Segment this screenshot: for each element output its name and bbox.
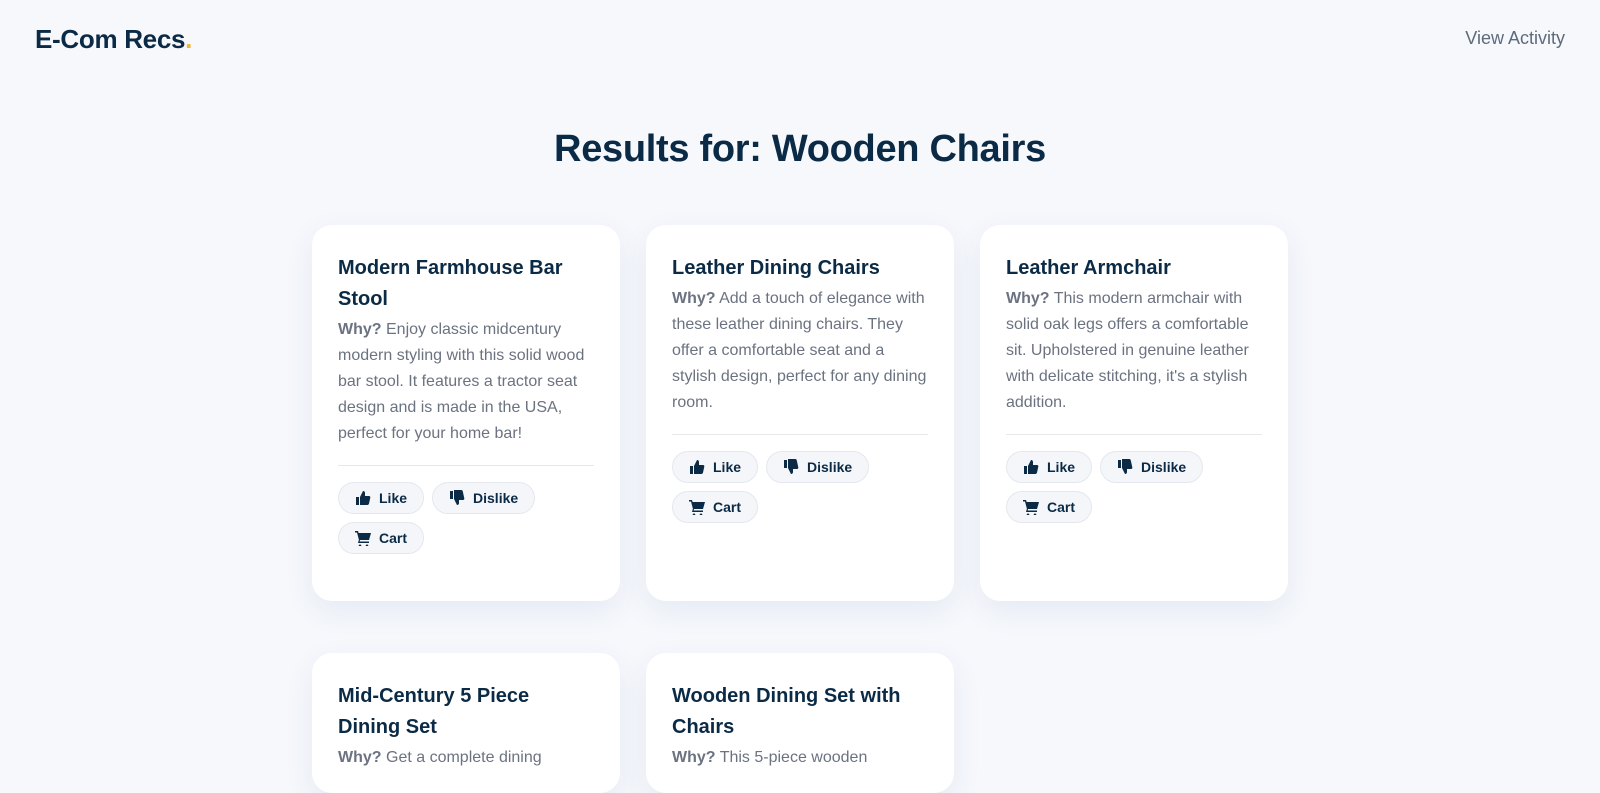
thumbs-down-icon [450, 490, 465, 505]
cart-button[interactable]: Cart [1006, 491, 1093, 523]
logo-text: E-Com Recs [35, 24, 186, 54]
like-label: Like [713, 459, 742, 475]
dislike-label: Dislike [807, 459, 853, 475]
dislike-label: Dislike [473, 490, 519, 506]
why-label: Why? [338, 321, 382, 338]
dislike-button[interactable]: Dislike [432, 482, 536, 514]
cart-label: Cart [1047, 499, 1076, 515]
product-title: Wooden Dining Set with Chairs [672, 685, 901, 738]
why-text: Add a touch of elegance with these leath… [672, 290, 927, 411]
why-text: Enjoy classic midcentury modern styling … [338, 321, 585, 442]
product-title: Leather Armchair [1006, 257, 1171, 279]
thumbs-up-icon [690, 460, 705, 474]
why-text: This 5-piece wooden [719, 749, 868, 766]
like-button[interactable]: Like [1006, 451, 1093, 483]
thumbs-up-icon [1024, 460, 1039, 474]
thumbs-down-icon [784, 459, 799, 474]
like-button[interactable]: Like [672, 451, 759, 483]
product-why: Why? This modern armchair with solid oak… [1006, 286, 1262, 416]
why-text: Get a complete dining [386, 749, 542, 766]
card-actions: Like Dislike Cart [1006, 451, 1226, 523]
card-actions: Like Dislike Cart [672, 451, 892, 523]
thumbs-down-icon [1118, 459, 1133, 474]
thumbs-up-icon [356, 491, 371, 505]
divider [338, 465, 594, 466]
why-label: Why? [672, 749, 716, 766]
product-card: Wooden Dining Set with Chairs Why? This … [646, 653, 954, 793]
cart-button[interactable]: Cart [672, 491, 759, 523]
product-why: Why? Enjoy classic midcentury modern sty… [338, 317, 594, 447]
product-why: Why? Add a touch of elegance with these … [672, 286, 928, 416]
cart-icon [1023, 500, 1039, 515]
dislike-button[interactable]: Dislike [766, 451, 870, 483]
cart-button[interactable]: Cart [338, 522, 425, 554]
logo-dot: . [185, 24, 193, 54]
cart-icon [689, 500, 705, 515]
dislike-button[interactable]: Dislike [1100, 451, 1204, 483]
product-why: Why? Get a complete dining [338, 745, 594, 771]
logo[interactable]: E-Com Recs. [35, 24, 192, 55]
product-title: Mid-Century 5 Piece Dining Set [338, 685, 530, 738]
top-bar: E-Com Recs. View Activity [0, 0, 1600, 80]
cart-icon [355, 531, 371, 546]
cart-label: Cart [379, 530, 408, 546]
why-text: This modern armchair with solid oak legs… [1006, 290, 1249, 411]
product-card: Modern Farmhouse Bar Stool Why? Enjoy cl… [312, 225, 620, 601]
divider [672, 434, 928, 435]
why-label: Why? [1006, 290, 1050, 307]
product-card: Leather Dining Chairs Why? Add a touch o… [646, 225, 954, 601]
divider [1006, 434, 1262, 435]
dislike-label: Dislike [1141, 459, 1187, 475]
like-label: Like [1047, 459, 1076, 475]
product-card: Leather Armchair Why? This modern armcha… [980, 225, 1288, 601]
cart-label: Cart [713, 499, 742, 515]
product-title: Leather Dining Chairs [672, 257, 880, 279]
like-button[interactable]: Like [338, 482, 425, 514]
product-title: Modern Farmhouse Bar Stool [338, 257, 563, 310]
why-label: Why? [338, 749, 382, 766]
why-label: Why? [672, 290, 716, 307]
like-label: Like [379, 490, 408, 506]
view-activity-link[interactable]: View Activity [1465, 28, 1565, 49]
card-actions: Like Dislike Cart [338, 482, 558, 554]
product-why: Why? This 5-piece wooden [672, 745, 928, 771]
page-title: Results for: Wooden Chairs [554, 128, 1046, 170]
product-card: Mid-Century 5 Piece Dining Set Why? Get … [312, 653, 620, 793]
